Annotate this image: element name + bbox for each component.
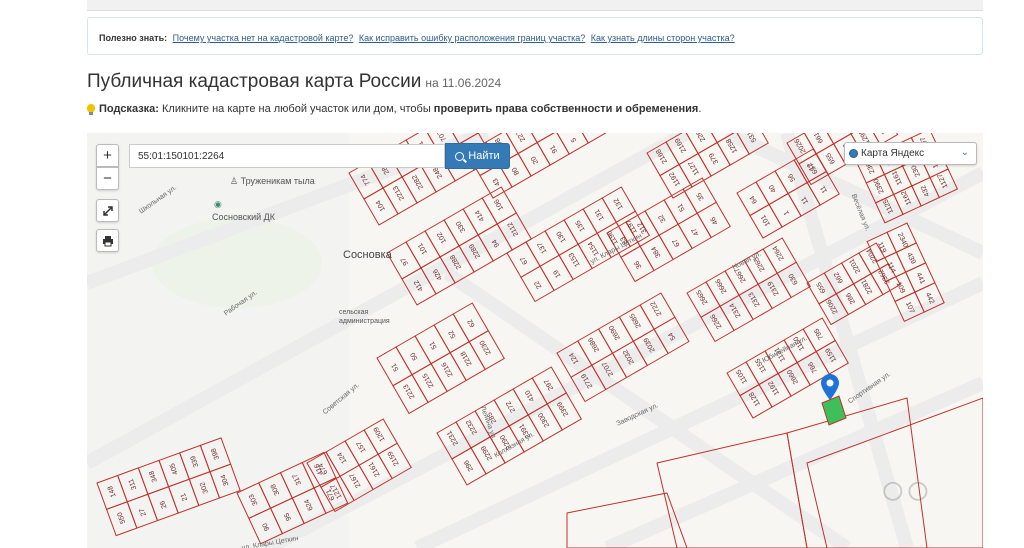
watermark: ◯ ◯ [882, 480, 928, 500]
hint-line: Подсказка: Кликните на карте на любой уч… [87, 103, 701, 115]
search-button-label: Найти [468, 150, 500, 162]
info-link-missing-parcel[interactable]: Почему участка нет на кадастровой карте? [173, 33, 354, 43]
memorial-label-text: Труженикам тыла [240, 176, 315, 186]
info-link-fix-boundaries[interactable]: Как исправить ошибку расположения границ… [359, 33, 585, 43]
page-title: Публичная кадастровая карта России на 11.… [87, 71, 501, 93]
page-title-text: Публичная кадастровая карта России [87, 71, 422, 92]
chevron-down-icon: ⌄ [960, 147, 969, 158]
printer-icon [102, 235, 113, 246]
info-link-side-lengths[interactable]: Как узнать длины сторон участка? [591, 33, 735, 43]
search-icon [455, 151, 465, 161]
expand-icon [102, 205, 113, 216]
map-layer-select[interactable]: Карта Яндекс ⌄ [844, 142, 977, 165]
info-banner: Полезно знать: Почему участка нет на кад… [87, 17, 983, 55]
dk-label: Сосновский ДК [212, 212, 275, 222]
memorial-label: ♙ Труженикам тыла [230, 176, 315, 186]
radio-selected-icon [849, 149, 858, 158]
top-bar [87, 0, 983, 11]
zoom-out-button[interactable]: − [96, 167, 119, 190]
info-label: Полезно знать: [99, 33, 168, 43]
admin-label: сельская администрация [339, 309, 390, 325]
print-button[interactable] [96, 229, 119, 252]
hint-text: Кликните на карте на любой участок или д… [162, 103, 431, 115]
hint-end: . [698, 103, 702, 115]
lightbulb-icon [87, 104, 95, 115]
hint-label: Подсказка: [99, 103, 159, 115]
hint-emphasis: проверить права собственности и обремене… [433, 103, 699, 115]
search-button[interactable]: Найти [445, 143, 510, 169]
location-pin-icon [821, 374, 839, 400]
fullscreen-button[interactable] [96, 199, 119, 222]
dk-icon: ◉ [214, 199, 222, 209]
village-label: Сосновка [343, 249, 392, 261]
cadastral-search-input[interactable] [129, 144, 445, 168]
cadastral-map[interactable]: 7742895093217071031042213228224899124971… [87, 133, 983, 548]
map-layer-label: Карта Яндекс [861, 148, 925, 159]
page-date: на 11.06.2024 [425, 76, 502, 90]
zoom-in-button[interactable]: + [96, 144, 119, 167]
